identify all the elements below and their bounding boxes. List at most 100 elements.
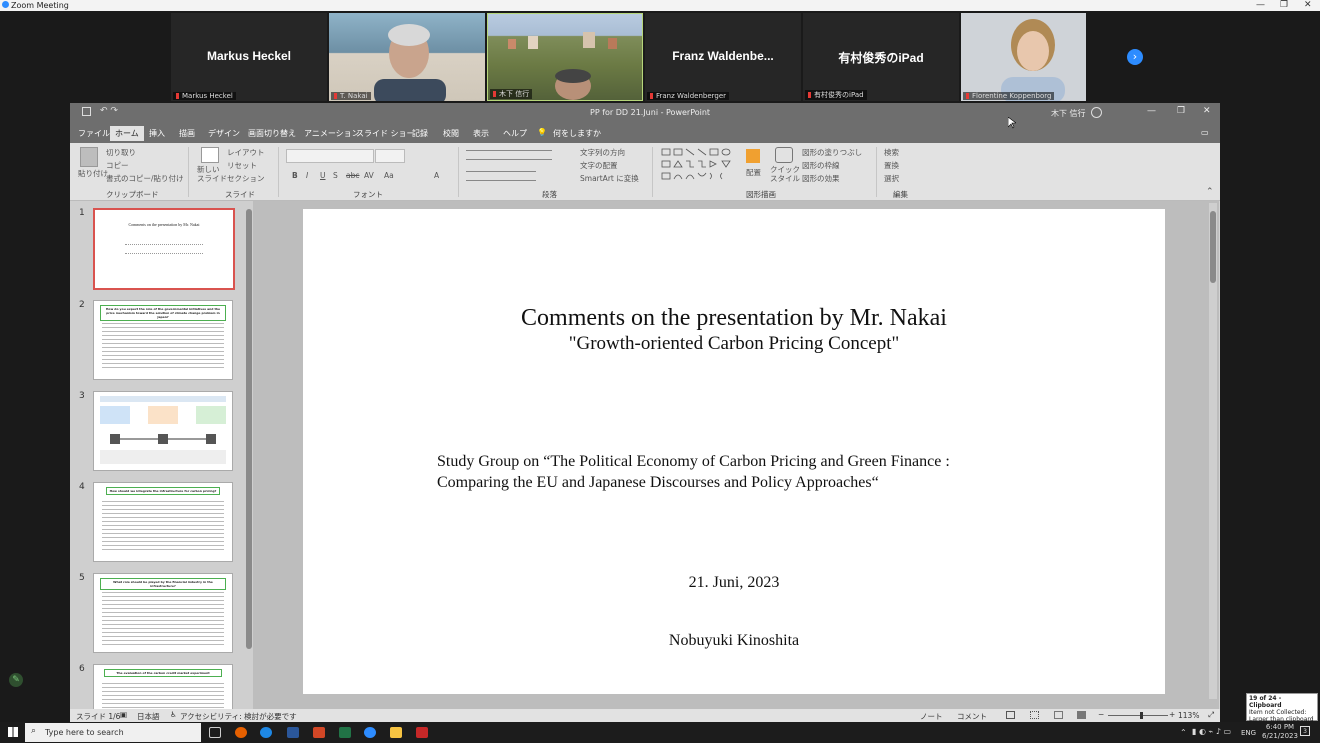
find-button[interactable]: 検索 [884,147,899,158]
restore-icon[interactable]: ❐ [1177,106,1185,116]
font-size-dropdown[interactable] [375,149,405,163]
tab-file[interactable]: ファイル [78,128,110,139]
tab-record[interactable]: 記録 [412,128,428,139]
firefox-icon[interactable] [235,727,247,738]
task-view-icon[interactable] [209,727,221,738]
paste-label[interactable]: 貼り付け [78,168,108,179]
section-button[interactable]: セクション [227,173,265,184]
avatar-icon[interactable] [1091,107,1102,118]
comments-button[interactable]: コメント [957,711,987,722]
close-button[interactable]: ✕ [1304,0,1312,10]
shape-outline-button[interactable]: 図形の枠線 [802,160,840,171]
slide-thumbnail[interactable]: What role should be played by the financ… [93,573,233,653]
close-icon[interactable]: ✕ [1203,106,1211,116]
zoom-app-icon[interactable] [364,727,376,738]
format-painter-button[interactable]: 書式のコピー/貼り付け [106,173,184,184]
align-buttons-icon[interactable] [466,171,536,181]
taskbar-search-box[interactable]: ⌕ Type here to search [25,723,201,742]
tab-transitions[interactable]: 画面切り替え [248,128,296,139]
clock-time[interactable]: 6:40 PM [1262,723,1298,731]
list-buttons-icon[interactable] [466,150,552,160]
slide-author[interactable]: Nobuyuki Kinoshita [303,632,1165,650]
font-color-button[interactable]: A [434,171,439,180]
arrange-button[interactable]: 配置 [746,167,761,178]
replace-button[interactable]: 置換 [884,160,899,171]
shape-fill-button[interactable]: 図形の塗りつぶし [802,147,862,158]
notification-icon[interactable]: 3 [1300,726,1310,736]
next-page-button[interactable]: › [1127,49,1143,65]
accessibility-status[interactable]: アクセシビリティ: 検討が必要です [180,711,297,722]
tab-review[interactable]: 校閲 [443,128,459,139]
input-language[interactable]: ENG [1241,729,1256,737]
file-explorer-icon[interactable] [390,727,402,738]
editor-scroll-thumb[interactable] [1210,211,1216,283]
font-name-dropdown[interactable] [286,149,374,163]
tab-slideshow[interactable]: スライド ショー [356,128,415,139]
save-icon[interactable] [82,107,91,116]
slide-title[interactable]: Comments on the presentation by Mr. Naka… [303,305,1165,332]
language-indicator[interactable]: 日本語 [137,711,160,722]
powerpoint-icon[interactable] [313,727,325,738]
layout-button[interactable]: レイアウト [227,147,265,158]
tray-chevron-icon[interactable]: ⌃ [1180,728,1187,737]
zoom-in-icon[interactable]: + [1169,710,1175,719]
participant-video-tile[interactable]: T. Nakai [329,13,485,101]
reading-view-icon[interactable] [1054,711,1063,719]
quick-styles-button[interactable]: クイック スタイル [770,165,800,183]
thumbnail-scrollbar[interactable] [245,201,253,709]
minimize-button[interactable]: — [1256,0,1265,10]
tab-home[interactable]: ホーム [110,126,144,141]
copy-button[interactable]: コピー [106,160,129,171]
spellcheck-icon[interactable]: ▣ [120,710,127,719]
minimize-icon[interactable]: — [1147,106,1156,116]
zoom-out-icon[interactable]: − [1098,710,1104,719]
change-case-button[interactable]: Aa [384,171,394,180]
edge-icon[interactable] [260,727,272,738]
slideshow-icon[interactable] [1077,711,1086,719]
slide-thumbnail[interactable]: Comments on the presentation by Mr. Naka… [93,208,235,290]
study-group-line-1[interactable]: Study Group on “The Political Economy of… [437,453,1157,471]
slide-thumbnail[interactable] [93,391,233,471]
study-group-line-2[interactable]: Comparing the EU and Japanese Discourses… [437,474,1157,492]
windows-start-icon[interactable] [8,727,18,737]
tab-design[interactable]: デザイン [208,128,240,139]
tab-draw[interactable]: 描画 [179,128,195,139]
participant-tile[interactable]: 有村俊秀のiPad 有村俊秀のiPad [803,13,959,101]
cut-button[interactable]: 切り取り [106,147,136,158]
participant-tile[interactable]: Franz Waldenbe... Franz Waldenberger [645,13,801,101]
paste-icon[interactable] [80,147,98,167]
participant-tile[interactable]: Markus Heckel Markus Heckel [171,13,327,101]
slide-thumbnail[interactable]: How do you expect the role of the govern… [93,300,233,380]
slide-sorter-icon[interactable] [1030,711,1039,719]
text-direction-button[interactable]: 文字列の方向 [580,147,625,158]
comment-icon[interactable]: ▭ [1201,128,1209,137]
slide-canvas[interactable]: Comments on the presentation by Mr. Naka… [303,209,1165,694]
zoom-level[interactable]: 113% [1178,711,1199,720]
italic-button[interactable]: I [306,171,308,180]
tab-help[interactable]: ヘルプ [503,128,527,139]
shapes-gallery-icon[interactable] [660,147,740,183]
shadow-button[interactable]: S [333,171,338,180]
restore-button[interactable]: ❐ [1280,0,1288,10]
tab-view[interactable]: 表示 [473,128,489,139]
bold-button[interactable]: B [292,171,298,180]
participant-video-tile[interactable]: Florentine Koppenborg [961,13,1086,101]
slide-date[interactable]: 21. Juni, 2023 [303,574,1165,592]
quick-styles-icon[interactable] [775,147,793,163]
select-button[interactable]: 選択 [884,173,899,184]
arrange-icon[interactable] [746,149,760,163]
clock-date[interactable]: 6/21/2023 [1262,732,1298,740]
align-text-button[interactable]: 文字の配置 [580,160,618,171]
collapse-ribbon-icon[interactable]: ⌃ [1206,187,1214,197]
tab-insert[interactable]: 挿入 [149,128,165,139]
new-slide-icon[interactable] [201,147,219,163]
acrobat-icon[interactable] [416,727,428,738]
tell-me-search[interactable]: 何をしますか [553,128,601,139]
zoom-slider[interactable] [1108,712,1168,719]
tab-animations[interactable]: アニメーション [304,128,360,139]
strikethrough-button[interactable]: abc [346,171,359,180]
smartart-button[interactable]: SmartArt に変換 [580,173,639,184]
fit-slide-icon[interactable]: ⤢ [1208,710,1214,720]
underline-button[interactable]: U [320,171,326,180]
shape-effects-button[interactable]: 図形の効果 [802,173,840,184]
